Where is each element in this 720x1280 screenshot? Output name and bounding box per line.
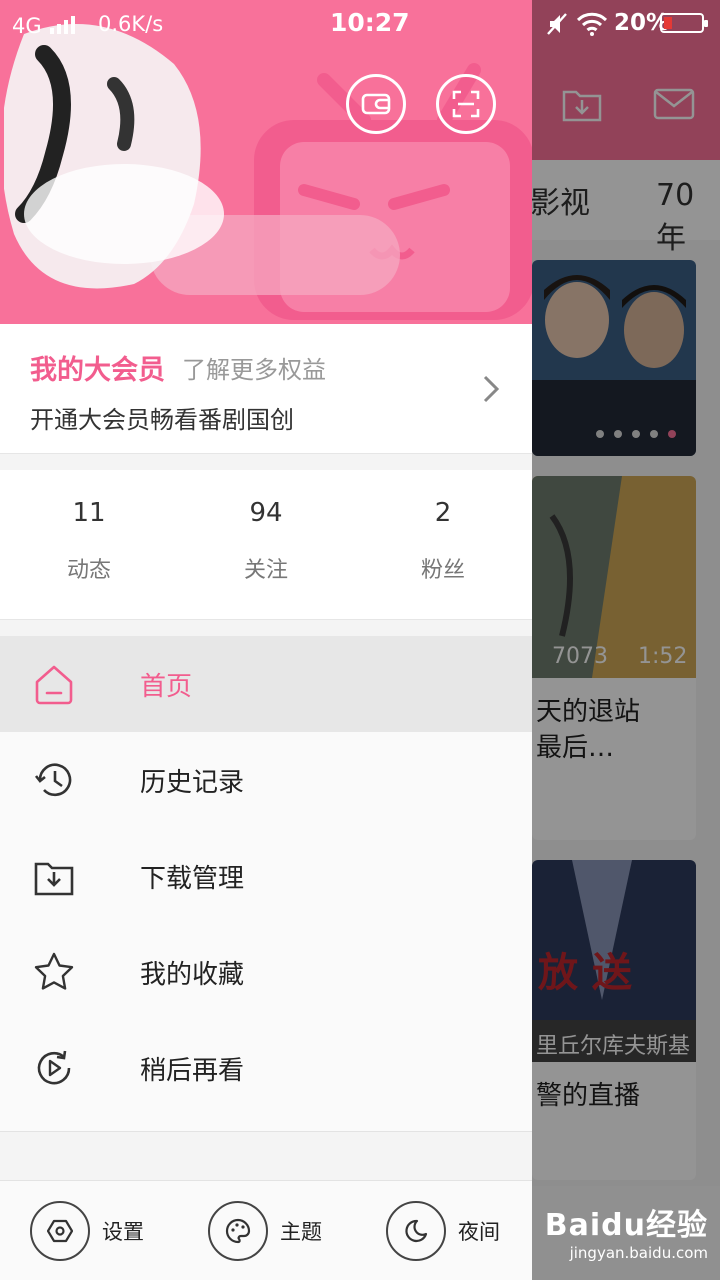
moon-icon [405,1219,428,1243]
settings-button[interactable]: 设置 [30,1201,144,1261]
history-icon [34,763,72,797]
stat-label: 动态 [66,558,111,583]
settings-label: 设置 [102,1220,144,1244]
settings-circle [30,1201,90,1261]
stat-label: 关注 [243,558,288,583]
vip-more-link[interactable]: 了解更多权益 [182,350,326,385]
settings-icon [47,1219,73,1243]
scan-button[interactable] [436,74,496,134]
star-icon [34,952,74,990]
menu-label: 我的收藏 [140,960,245,990]
night-label: 夜间 [458,1220,500,1244]
night-circle [386,1201,446,1261]
night-mode-button[interactable]: 夜间 [386,1201,500,1261]
stats-panel: 11 动态 94 关注 2 粉丝 [0,470,532,620]
battery-icon [660,13,708,33]
watermark-url: jingyan.baidu.com [569,1244,708,1262]
vip-panel[interactable]: 我的大会员 了解更多权益 开通大会员畅看番剧国创 [0,324,532,454]
theme-button[interactable]: 主题 [208,1201,322,1261]
stat-count: 94 [249,498,283,528]
menu-item-downloads[interactable]: 下载管理 [0,828,532,924]
signal-icon [50,16,75,34]
status-bar: 4G 0.6K/s 10:27 20% [0,0,720,48]
vip-title: 我的大会员 [30,355,165,386]
menu-item-favorites[interactable]: 我的收藏 [0,924,532,1020]
stat-following[interactable]: 94 关注 [177,498,355,584]
theme-label: 主题 [280,1220,322,1244]
navigation-drawer: 我的大会员 了解更多权益 开通大会员畅看番剧国创 11 动态 94 关注 2 粉… [0,0,532,1280]
scan-icon [452,90,480,118]
wallet-button[interactable] [346,74,406,134]
palette-icon [225,1218,251,1244]
drawer-menu: 首页 历史记录 下载管理 我的收藏 稍后再看 [0,636,532,1132]
theme-circle [208,1201,268,1261]
wallet-icon [361,93,391,115]
stat-count: 11 [72,498,106,528]
menu-item-history[interactable]: 历史记录 [0,732,532,828]
watermark: Baidu经验 jingyan.baidu.com [545,1200,708,1262]
clock: 10:27 [330,8,410,37]
mute-icon [547,13,567,35]
download-icon [34,862,74,896]
network-type: 4G [12,14,42,38]
stat-count: 2 [434,498,452,528]
drawer-footer: 设置 主题 夜间 [0,1180,532,1280]
wifi-icon [576,12,608,36]
stat-label: 粉丝 [420,558,465,583]
battery-level [664,17,672,29]
menu-label: 下载管理 [140,864,245,894]
menu-label: 历史记录 [140,768,245,798]
chevron-right-icon [483,375,500,403]
vip-subtitle: 开通大会员畅看番剧国创 [30,406,294,434]
stat-dynamics[interactable]: 11 动态 [0,498,178,584]
watermark-brand: Baidu经验 [544,1208,708,1243]
home-icon [35,665,73,705]
menu-item-home[interactable]: 首页 [0,636,532,732]
menu-label: 首页 [140,672,193,702]
watch-later-icon [37,1050,71,1085]
menu-label: 稍后再看 [140,1056,245,1086]
stat-fans[interactable]: 2 粉丝 [354,498,532,584]
drawer-header [0,0,532,324]
menu-item-watch-later[interactable]: 稍后再看 [0,1020,532,1116]
network-speed: 0.6K/s [98,12,164,36]
avatar[interactable] [4,14,234,314]
